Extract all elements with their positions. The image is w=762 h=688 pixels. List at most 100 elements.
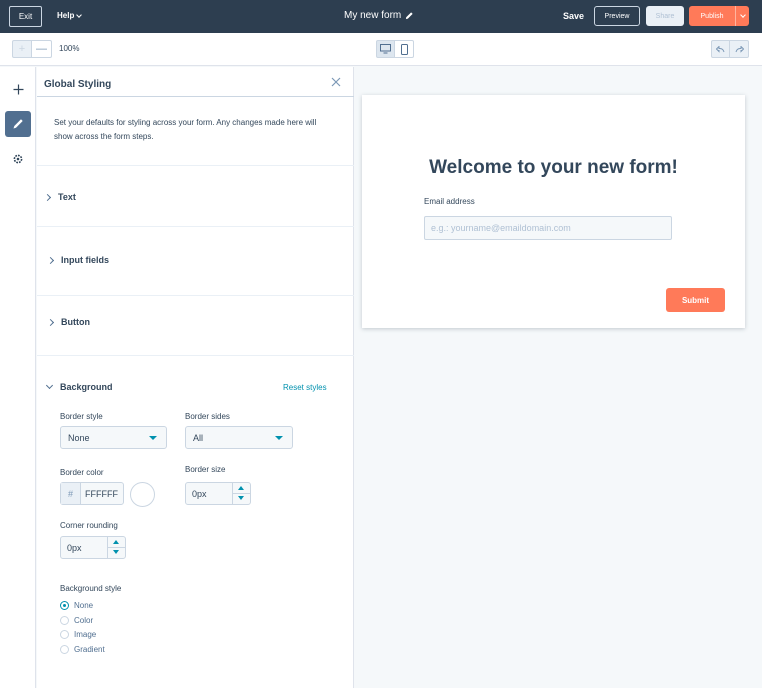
border-color-label: Border color	[60, 468, 104, 477]
background-style-label: Background style	[60, 584, 122, 593]
background-style-option-none[interactable]: None	[60, 601, 93, 610]
stepper-divider	[233, 493, 250, 494]
gear-icon	[13, 154, 23, 164]
hash-prefix: #	[61, 483, 81, 504]
radio-button[interactable]	[60, 630, 69, 639]
section-background-toggle[interactable]: Background	[45, 381, 113, 392]
panel-title: Global Styling	[44, 79, 112, 90]
chevron-right-icon	[46, 318, 55, 326]
panel-header: Global Styling	[37, 67, 354, 97]
pencil-icon	[406, 12, 413, 20]
mobile-icon	[400, 43, 408, 55]
section-input-fields-toggle[interactable]: Input fields	[46, 255, 109, 265]
radio-label: Gradient	[74, 645, 105, 654]
radio-button[interactable]	[60, 601, 69, 610]
divider	[37, 165, 354, 166]
email-input[interactable]: e.g.: yourname@emaildomain.com	[424, 216, 672, 240]
caret-down-icon	[149, 436, 157, 440]
preview-button[interactable]: Preview	[594, 6, 640, 26]
border-sides-label: Border sides	[185, 412, 230, 421]
caret-down-icon	[275, 436, 283, 440]
color-swatch[interactable]	[130, 482, 155, 507]
section-text-toggle[interactable]: Text	[43, 192, 76, 202]
share-button[interactable]: Share	[646, 6, 684, 26]
stepper-buttons	[107, 537, 125, 558]
border-color-input[interactable]: # FFFFFF	[60, 482, 124, 505]
section-label: Background	[60, 382, 113, 392]
zoom-controls: + —	[12, 40, 52, 58]
section-label: Input fields	[61, 255, 109, 265]
corner-rounding-stepper[interactable]: 0px	[60, 536, 126, 559]
reset-styles-link[interactable]: Reset styles	[283, 383, 327, 392]
section-label: Button	[61, 317, 90, 327]
exit-button[interactable]: Exit	[9, 6, 42, 27]
border-style-label: Border style	[60, 412, 103, 421]
publish-button[interactable]: Publish	[689, 6, 735, 26]
help-menu[interactable]: Help	[57, 11, 83, 20]
background-style-option-color[interactable]: Color	[60, 616, 93, 625]
corner-rounding-label: Corner rounding	[60, 521, 118, 530]
form-title[interactable]: My new form	[344, 10, 414, 21]
border-style-value: None	[68, 432, 90, 443]
top-bar: Exit Help My new form Save Preview Share…	[0, 0, 762, 33]
section-button-toggle[interactable]: Button	[46, 317, 90, 327]
form-title-text: My new form	[344, 10, 402, 21]
zoom-in-button[interactable]: +	[12, 40, 32, 58]
divider	[37, 355, 354, 356]
panel-description: Set your defaults for styling across you…	[54, 118, 317, 141]
decrement-icon[interactable]	[113, 550, 119, 554]
section-label: Text	[58, 192, 76, 202]
stepper-divider	[108, 547, 125, 548]
border-color-value: FFFFFF	[85, 488, 118, 499]
submit-button[interactable]: Submit	[666, 288, 725, 312]
chevron-right-icon	[46, 256, 55, 264]
email-field-label: Email address	[424, 197, 475, 206]
zoom-out-button[interactable]: —	[32, 40, 52, 58]
help-label: Help	[57, 11, 75, 20]
corner-rounding-value: 0px	[67, 543, 82, 553]
editor-toolbar: + — 100%	[0, 33, 762, 66]
border-sides-select[interactable]: All	[185, 426, 293, 449]
radio-label: Color	[74, 616, 94, 625]
divider	[37, 226, 354, 227]
background-style-option-image[interactable]: Image	[60, 630, 96, 639]
undo-button[interactable]	[711, 40, 730, 58]
border-style-select[interactable]: None	[60, 426, 167, 449]
zoom-level: 100%	[59, 44, 80, 53]
radio-button[interactable]	[60, 645, 69, 654]
border-size-label: Border size	[185, 465, 226, 474]
increment-icon[interactable]	[238, 486, 244, 490]
border-sides-value: All	[193, 432, 204, 443]
form-heading[interactable]: Welcome to your new form!	[362, 157, 745, 179]
desktop-icon	[380, 44, 391, 54]
radio-button[interactable]	[60, 616, 69, 625]
desktop-view-button[interactable]	[376, 40, 395, 58]
save-button[interactable]: Save	[563, 11, 584, 21]
history-controls	[711, 40, 749, 58]
undo-icon	[716, 45, 725, 53]
close-icon[interactable]	[330, 76, 342, 88]
form-preview-card: Welcome to your new form! Email address …	[362, 95, 745, 328]
plus-icon	[13, 84, 23, 94]
background-style-option-gradient[interactable]: Gradient	[60, 645, 105, 654]
decrement-icon[interactable]	[238, 496, 244, 500]
radio-label: None	[74, 601, 94, 610]
chevron-down-icon	[76, 11, 83, 18]
redo-icon	[735, 45, 744, 53]
border-size-stepper[interactable]: 0px	[185, 482, 251, 505]
add-field-button[interactable]	[5, 76, 31, 102]
divider	[37, 295, 354, 296]
border-size-value: 0px	[192, 489, 207, 499]
email-placeholder: e.g.: yourname@emaildomain.com	[431, 223, 571, 233]
style-button[interactable]	[5, 111, 31, 137]
mobile-view-button[interactable]	[395, 40, 414, 58]
increment-icon[interactable]	[113, 540, 119, 544]
redo-button[interactable]	[730, 40, 749, 58]
settings-button[interactable]	[5, 146, 31, 172]
left-rail	[0, 67, 36, 688]
chevron-right-icon	[43, 193, 52, 201]
device-view-toggle	[376, 40, 414, 58]
brush-icon	[13, 119, 23, 129]
publish-options-button[interactable]	[735, 6, 749, 26]
chevron-down-icon	[45, 381, 54, 390]
